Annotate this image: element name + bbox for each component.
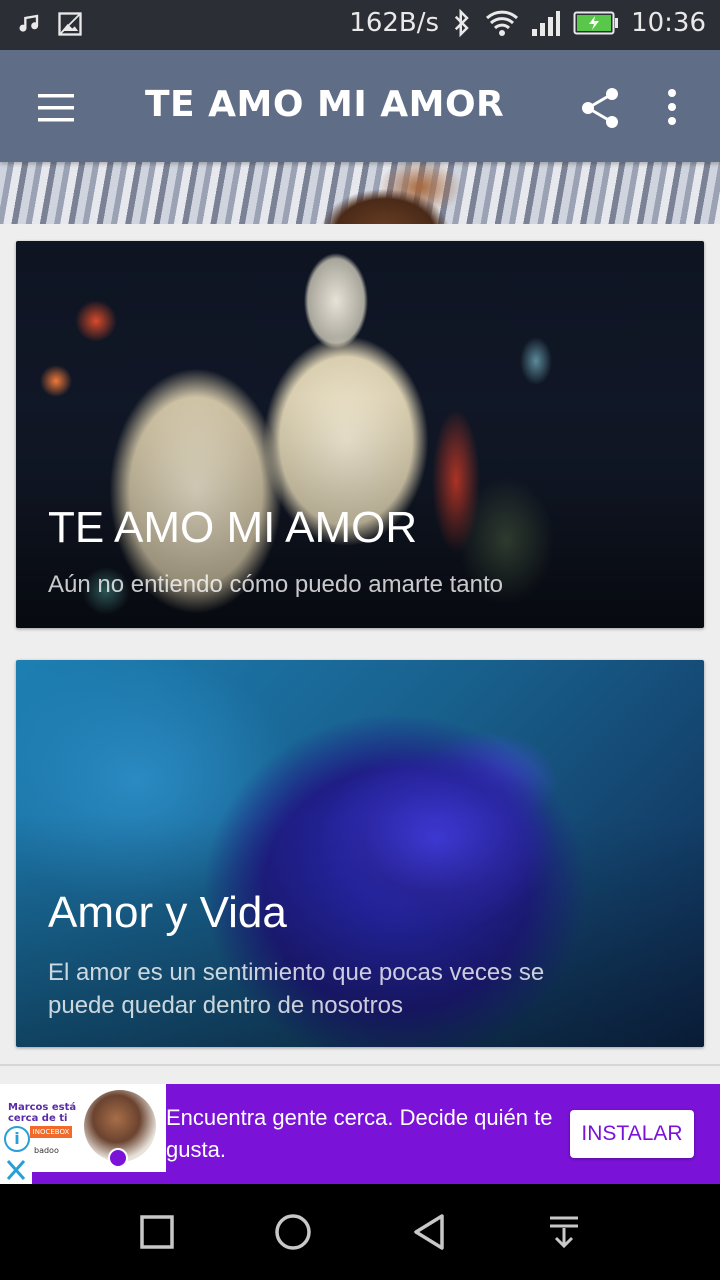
story-card-1[interactable]: TE AMO MI AMOR Aún no entiendo cómo pued… — [16, 241, 704, 628]
header-image — [0, 162, 720, 224]
battery-charging-icon — [573, 10, 619, 36]
ad-headline: Encuentra gente cerca. Decide quién te g… — [166, 1105, 553, 1162]
system-nav-bar — [0, 1184, 720, 1280]
wifi-icon — [485, 9, 519, 37]
signal-icon — [531, 9, 561, 37]
card-title: Amor y Vida — [48, 888, 287, 937]
location-pin-icon — [108, 1148, 128, 1168]
list-divider — [0, 1064, 720, 1066]
share-icon[interactable] — [576, 84, 624, 132]
card-subtitle: El amor es un sentimiento que pocas vece… — [48, 959, 545, 1019]
ad-brand: badoo — [34, 1146, 59, 1155]
more-vert-icon[interactable] — [658, 84, 686, 132]
hamburger-menu-icon[interactable] — [30, 86, 82, 130]
notification-pull-icon[interactable] — [546, 1212, 582, 1256]
ad-promo-text: Marcos está cerca de ti — [8, 1102, 77, 1124]
music-icon — [16, 10, 44, 38]
recents-square-icon[interactable] — [138, 1212, 176, 1256]
image-icon — [56, 10, 84, 38]
card-subtitle: Aún no entiendo cómo puedo amarte tanto — [48, 571, 503, 598]
clock: 10:36 — [631, 8, 706, 38]
app-bar: TE AMO MI AMOR — [0, 50, 720, 162]
ad-info-icon[interactable]: i — [4, 1126, 30, 1152]
story-card-2[interactable]: Amor y Vida El amor es un sentimiento qu… — [16, 660, 704, 1047]
ad-banner[interactable]: Marcos está cerca de ti INOCEBOX badoo i… — [0, 1084, 720, 1184]
app-title: TE AMO MI AMOR — [145, 84, 505, 125]
card-title: TE AMO MI AMOR — [48, 503, 418, 552]
status-bar: 162B/s 10:36 — [0, 0, 720, 50]
back-triangle-icon[interactable] — [410, 1212, 450, 1256]
home-circle-icon[interactable] — [273, 1212, 313, 1256]
network-speed: 162B/s — [349, 8, 440, 38]
install-button[interactable]: INSTALAR — [570, 1110, 694, 1158]
bluetooth-icon — [451, 8, 473, 38]
ad-promo-badge: INOCEBOX — [30, 1126, 72, 1138]
ad-close-icon[interactable] — [0, 1156, 32, 1184]
